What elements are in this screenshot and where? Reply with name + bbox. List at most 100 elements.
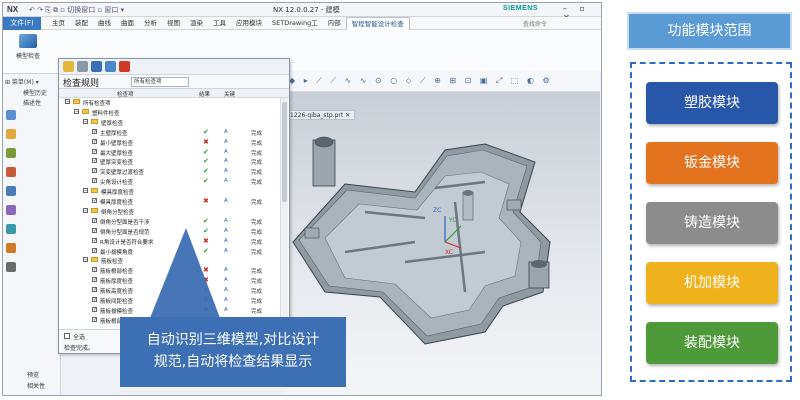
column-result[interactable]: 结果 [199, 90, 210, 98]
tab-7[interactable]: 工具 [208, 17, 231, 30]
tab-10[interactable]: 内部 [323, 17, 346, 30]
callout-arrow [150, 228, 220, 318]
module-3[interactable]: 机加模块 [646, 262, 778, 304]
tree-item[interactable]: ✓ 壁厚突变检查 ✔ A 完成 [59, 157, 277, 166]
module-1[interactable]: 钣金模块 [646, 142, 778, 184]
clip-bottom-left[interactable] [304, 227, 320, 239]
item-checkbox[interactable]: ✓ [92, 128, 97, 134]
part-navigator-icon[interactable] [6, 110, 16, 120]
file-tab[interactable]: 1226-qiba_stp.prt ✕ [285, 110, 356, 120]
tree-folder[interactable]: − 所有检查项 [59, 98, 277, 107]
open-icon[interactable] [77, 61, 88, 72]
module-0[interactable]: 塑胶模块 [646, 82, 778, 124]
item-checkbox[interactable]: ✓ [92, 267, 97, 273]
tree-item[interactable]: ✓ 最小壁厚检查 ✖ A 完成 [59, 138, 277, 147]
tree-item[interactable]: ✓ 最大壁厚检查 ✔ A 完成 [59, 148, 277, 157]
boss-center-top[interactable] [463, 190, 473, 196]
item-checkbox[interactable]: ✓ [92, 217, 97, 223]
history-icon[interactable] [6, 205, 16, 215]
report-icon[interactable] [105, 61, 116, 72]
folder-label: 所有检查项 [83, 101, 111, 107]
item-checkbox[interactable]: ✓ [92, 277, 97, 283]
callout-pointer [150, 228, 220, 318]
scrollbar-thumb[interactable] [282, 102, 287, 202]
reuse-library-icon[interactable] [6, 167, 16, 177]
item-checkbox[interactable]: ✓ [92, 237, 97, 243]
tree-folder[interactable]: − 模具厚度检查 [59, 187, 277, 196]
tab-6[interactable]: 渲染 [185, 17, 208, 30]
command-search[interactable]: 查找命令 [523, 19, 547, 28]
tab-11[interactable]: 智程智能设计检查 [345, 17, 410, 30]
selection-tools[interactable]: ◆ ▸ ⟋ ⟋ ∿ ∿ ⊙ ○ ⬦ ⟋ ⊕ ⊞ ⊡ ▣ ⤢ ⬚ ◐ ⚙ [289, 76, 553, 86]
tree-scrollbar[interactable] [280, 98, 288, 326]
edit-icon[interactable] [63, 61, 74, 72]
item-checkbox[interactable]: ✓ [92, 138, 97, 144]
expand-toggle[interactable]: − [83, 257, 88, 263]
file-menu-button[interactable]: 文件(F) [3, 17, 41, 30]
tree-item[interactable]: ✓ 模具厚度检查 ✖ A 完成 [59, 197, 277, 206]
item-checkbox[interactable]: ✓ [92, 168, 97, 174]
model-check-button[interactable]: 模型检查 [11, 34, 45, 70]
tab-4[interactable]: 分析 [139, 17, 162, 30]
item-checkbox[interactable]: ✓ [92, 306, 97, 312]
tab-3[interactable]: 曲面 [116, 17, 139, 30]
item-checkbox[interactable]: ✓ [92, 178, 97, 184]
item-checkbox[interactable]: ✓ [92, 297, 97, 303]
constraint-navigator-icon[interactable] [6, 148, 16, 158]
graphics-toolbar: ◆ ▸ ⟋ ⟋ ∿ ∿ ⊙ ○ ⬦ ⟋ ⊕ ⊞ ⊡ ▣ ⤢ ⬚ ◐ ⚙ [285, 71, 600, 92]
tab-2[interactable]: 曲线 [93, 17, 116, 30]
quick-access-toolbar[interactable]: ↶ ↷ ⎘ ⧉ ▫ 切换窗口 ▫ 窗口 ▾ [29, 5, 124, 15]
tree-item[interactable]: ✓ 突变壁厚过渡检查 ✔ A 完成 [59, 167, 277, 176]
dependency-panel[interactable]: 相关性 [27, 381, 45, 390]
item-label: 倒角分型面是否干涉 [100, 219, 150, 226]
item-checkbox[interactable]: ✓ [92, 158, 97, 164]
select-all-label: 全选 [73, 334, 86, 341]
expand-toggle[interactable]: − [74, 108, 79, 114]
tree-item[interactable]: ✓ 倒角分型面是否干涉 ✔ A 完成 [59, 217, 277, 226]
tree-folder[interactable]: − 倒角分型检查 [59, 207, 277, 216]
item-checkbox[interactable]: ✓ [92, 287, 97, 293]
item-checkbox[interactable]: ✓ [92, 247, 97, 253]
item-checkbox[interactable]: ✓ [92, 227, 97, 233]
expand-toggle[interactable]: − [65, 99, 70, 105]
expand-toggle[interactable]: − [83, 118, 88, 124]
save-icon[interactable] [91, 61, 102, 72]
tab-5[interactable]: 视图 [162, 17, 185, 30]
navigator-row-descriptive[interactable]: 描述性 [23, 98, 41, 107]
boss-left-hole[interactable] [314, 136, 334, 148]
navigator-row-history[interactable]: 模型历史 [23, 88, 47, 97]
check-filter-select[interactable]: 所有检查项 [131, 77, 189, 87]
select-all-checkbox[interactable] [64, 333, 70, 339]
web-browser-icon[interactable] [6, 186, 16, 196]
column-item[interactable]: 检查项 [117, 90, 134, 98]
item-checkbox[interactable]: ✓ [92, 316, 97, 322]
column-key[interactable]: 关键 [224, 90, 235, 98]
tab-0[interactable]: 主页 [47, 17, 70, 30]
module-4[interactable]: 装配模块 [646, 322, 778, 364]
menu-dropdown[interactable]: ⊞ 菜单(M) ▾ [5, 77, 39, 86]
item-label: 模具厚度检查 [100, 200, 134, 206]
boss-right-hole[interactable] [531, 260, 547, 268]
item-checkbox[interactable]: ✓ [92, 148, 97, 154]
tree-folder[interactable]: − 壁厚检查 [59, 118, 277, 127]
item-checkbox[interactable]: ✓ [92, 198, 97, 204]
boss-center[interactable] [462, 191, 474, 221]
tab-9[interactable]: SETDrawing工 [267, 17, 323, 30]
module-2[interactable]: 铸造模块 [646, 202, 778, 244]
expand-toggle[interactable]: − [83, 188, 88, 194]
tab-8[interactable]: 应用模块 [231, 17, 267, 30]
tree-item[interactable]: ✓ 尖角设计检查 ✔ A 完成 [59, 177, 277, 186]
tree-folder[interactable]: − 塑料件检查 [59, 108, 277, 117]
key-level: A [224, 168, 228, 175]
key-level: A [224, 138, 228, 145]
process-studio-icon[interactable] [6, 224, 16, 234]
roles-icon[interactable] [6, 243, 16, 253]
clip-top-right[interactable] [506, 199, 522, 211]
preview-panel[interactable]: 预览 [27, 370, 39, 379]
system-scene-icon[interactable] [6, 262, 16, 272]
assembly-navigator-icon[interactable] [6, 129, 16, 139]
tree-item[interactable]: ✓ 主壁厚检查 ✔ A 完成 [59, 128, 277, 137]
tab-1[interactable]: 装配 [70, 17, 93, 30]
pin-icon[interactable] [119, 61, 130, 72]
expand-toggle[interactable]: − [83, 207, 88, 213]
